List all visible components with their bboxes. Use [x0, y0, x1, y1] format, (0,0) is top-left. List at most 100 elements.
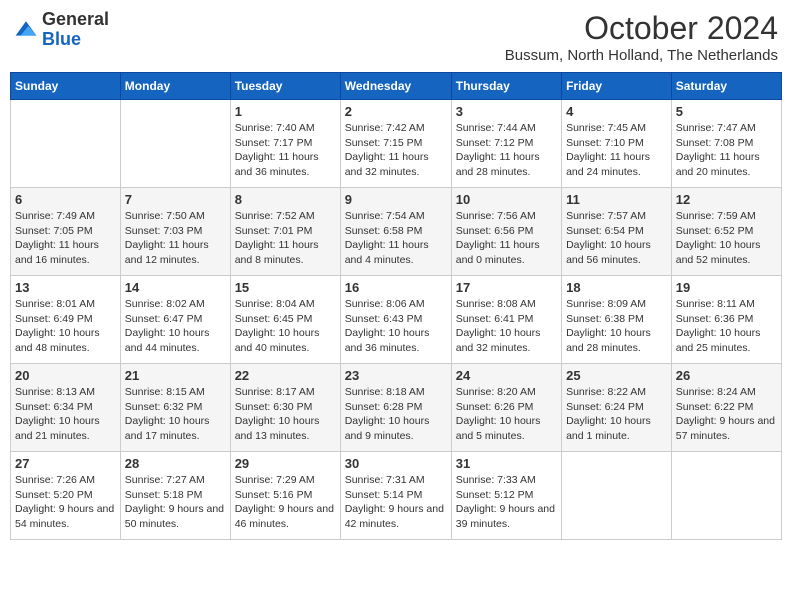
week-row-2: 13 Sunrise: 8:01 AM Sunset: 6:49 PM Dayli… [11, 276, 782, 364]
day-cell: 21Sunrise: 8:15 AM Sunset: 6:32 PM Dayli… [120, 364, 230, 452]
day-info: Sunrise: 7:27 AM Sunset: 5:18 PM Dayligh… [125, 473, 226, 532]
day-header-friday: Friday [562, 73, 672, 100]
day-header-tuesday: Tuesday [230, 73, 340, 100]
day-number: 9 [345, 192, 447, 207]
day-info: Sunrise: 8:18 AM Sunset: 6:28 PM Dayligh… [345, 385, 447, 444]
day-cell: 30 Sunrise: 7:31 AM Sunset: 5:14 PM Dayli… [340, 452, 451, 540]
day-number: 12 [676, 192, 777, 207]
day-cell: 25 Sunrise: 8:22 AM Sunset: 6:24 PM Dayli… [562, 364, 672, 452]
day-cell [11, 100, 121, 188]
day-number: 31 [456, 456, 557, 471]
day-cell: 10Sunrise: 7:56 AM Sunset: 6:56 PM Dayli… [451, 188, 561, 276]
day-cell: 24 Sunrise: 8:20 AM Sunset: 6:26 PM Dayli… [451, 364, 561, 452]
day-header-saturday: Saturday [671, 73, 781, 100]
day-info: Sunrise: 8:09 AM Sunset: 6:38 PM Dayligh… [566, 297, 667, 356]
day-number: 16 [345, 280, 447, 295]
day-info: Sunrise: 8:22 AM Sunset: 6:24 PM Dayligh… [566, 385, 667, 444]
day-cell [671, 452, 781, 540]
day-info: Sunrise: 8:02 AM Sunset: 6:47 PM Dayligh… [125, 297, 226, 356]
calendar-table: SundayMondayTuesdayWednesdayThursdayFrid… [10, 72, 782, 540]
day-info: Sunrise: 8:24 AM Sunset: 6:22 PM Dayligh… [676, 385, 777, 444]
day-info: Sunrise: 8:01 AM Sunset: 6:49 PM Dayligh… [15, 297, 116, 356]
day-number: 22 [235, 368, 336, 383]
day-cell: 27 Sunrise: 7:26 AM Sunset: 5:20 PM Dayli… [11, 452, 121, 540]
day-number: 26 [676, 368, 777, 383]
day-cell: 9 Sunrise: 7:54 AM Sunset: 6:58 PM Daylig… [340, 188, 451, 276]
day-cell: 26 Sunrise: 8:24 AM Sunset: 6:22 PM Dayli… [671, 364, 781, 452]
week-row-0: 1 Sunrise: 7:40 AM Sunset: 7:17 PM Daylig… [11, 100, 782, 188]
title-section: October 2024 Bussum, North Holland, The … [505, 10, 778, 64]
day-number: 27 [15, 456, 116, 471]
day-info: Sunrise: 7:26 AM Sunset: 5:20 PM Dayligh… [15, 473, 116, 532]
day-cell: 6Sunrise: 7:49 AM Sunset: 7:05 PM Daylig… [11, 188, 121, 276]
day-number: 1 [235, 104, 336, 119]
day-cell: 23 Sunrise: 8:18 AM Sunset: 6:28 PM Dayli… [340, 364, 451, 452]
day-number: 25 [566, 368, 667, 383]
day-cell: 5Sunrise: 7:47 AM Sunset: 7:08 PM Daylig… [671, 100, 781, 188]
day-number: 14 [125, 280, 226, 295]
day-info: Sunrise: 7:42 AM Sunset: 7:15 PM Dayligh… [345, 121, 447, 180]
day-cell: 13 Sunrise: 8:01 AM Sunset: 6:49 PM Dayli… [11, 276, 121, 364]
day-number: 2 [345, 104, 447, 119]
day-cell [562, 452, 672, 540]
day-cell: 1 Sunrise: 7:40 AM Sunset: 7:17 PM Daylig… [230, 100, 340, 188]
day-cell: 12 Sunrise: 7:59 AM Sunset: 6:52 PM Dayli… [671, 188, 781, 276]
logo-blue-text: Blue [42, 30, 109, 50]
day-number: 10 [456, 192, 557, 207]
day-number: 4 [566, 104, 667, 119]
day-cell [120, 100, 230, 188]
days-of-week-row: SundayMondayTuesdayWednesdayThursdayFrid… [11, 73, 782, 100]
day-cell: 3 Sunrise: 7:44 AM Sunset: 7:12 PM Daylig… [451, 100, 561, 188]
day-number: 21 [125, 368, 226, 383]
day-header-sunday: Sunday [11, 73, 121, 100]
day-info: Sunrise: 7:59 AM Sunset: 6:52 PM Dayligh… [676, 209, 777, 268]
day-number: 30 [345, 456, 447, 471]
day-cell: 19 Sunrise: 8:11 AM Sunset: 6:36 PM Dayli… [671, 276, 781, 364]
day-info: Sunrise: 7:54 AM Sunset: 6:58 PM Dayligh… [345, 209, 447, 268]
day-cell: 17Sunrise: 8:08 AM Sunset: 6:41 PM Dayli… [451, 276, 561, 364]
day-info: Sunrise: 8:11 AM Sunset: 6:36 PM Dayligh… [676, 297, 777, 356]
page-header: General Blue October 2024 Bussum, North … [10, 10, 782, 64]
day-cell: 4Sunrise: 7:45 AM Sunset: 7:10 PM Daylig… [562, 100, 672, 188]
day-number: 19 [676, 280, 777, 295]
day-info: Sunrise: 8:13 AM Sunset: 6:34 PM Dayligh… [15, 385, 116, 444]
week-row-3: 20 Sunrise: 8:13 AM Sunset: 6:34 PM Dayli… [11, 364, 782, 452]
month-title: October 2024 [505, 10, 778, 47]
day-cell: 29Sunrise: 7:29 AM Sunset: 5:16 PM Dayli… [230, 452, 340, 540]
day-number: 3 [456, 104, 557, 119]
day-cell: 22 Sunrise: 8:17 AM Sunset: 6:30 PM Dayli… [230, 364, 340, 452]
day-cell: 16 Sunrise: 8:06 AM Sunset: 6:43 PM Dayli… [340, 276, 451, 364]
day-info: Sunrise: 8:08 AM Sunset: 6:41 PM Dayligh… [456, 297, 557, 356]
day-number: 24 [456, 368, 557, 383]
calendar-body: 1 Sunrise: 7:40 AM Sunset: 7:17 PM Daylig… [11, 100, 782, 540]
day-cell: 18 Sunrise: 8:09 AM Sunset: 6:38 PM Dayli… [562, 276, 672, 364]
day-number: 5 [676, 104, 777, 119]
day-info: Sunrise: 8:04 AM Sunset: 6:45 PM Dayligh… [235, 297, 336, 356]
day-cell: 15 Sunrise: 8:04 AM Sunset: 6:45 PM Dayli… [230, 276, 340, 364]
day-info: Sunrise: 7:57 AM Sunset: 6:54 PM Dayligh… [566, 209, 667, 268]
day-info: Sunrise: 7:40 AM Sunset: 7:17 PM Dayligh… [235, 121, 336, 180]
day-number: 13 [15, 280, 116, 295]
day-number: 7 [125, 192, 226, 207]
calendar-header: SundayMondayTuesdayWednesdayThursdayFrid… [11, 73, 782, 100]
day-info: Sunrise: 8:20 AM Sunset: 6:26 PM Dayligh… [456, 385, 557, 444]
day-info: Sunrise: 8:17 AM Sunset: 6:30 PM Dayligh… [235, 385, 336, 444]
day-cell: 28Sunrise: 7:27 AM Sunset: 5:18 PM Dayli… [120, 452, 230, 540]
day-cell: 2 Sunrise: 7:42 AM Sunset: 7:15 PM Daylig… [340, 100, 451, 188]
day-info: Sunrise: 7:52 AM Sunset: 7:01 PM Dayligh… [235, 209, 336, 268]
day-cell: 11Sunrise: 7:57 AM Sunset: 6:54 PM Dayli… [562, 188, 672, 276]
day-cell: 20 Sunrise: 8:13 AM Sunset: 6:34 PM Dayli… [11, 364, 121, 452]
day-info: Sunrise: 7:31 AM Sunset: 5:14 PM Dayligh… [345, 473, 447, 532]
day-number: 15 [235, 280, 336, 295]
day-number: 23 [345, 368, 447, 383]
day-number: 18 [566, 280, 667, 295]
day-number: 8 [235, 192, 336, 207]
location-text: Bussum, North Holland, The Netherlands [505, 47, 778, 64]
logo-general-text: General [42, 10, 109, 30]
day-info: Sunrise: 8:06 AM Sunset: 6:43 PM Dayligh… [345, 297, 447, 356]
day-info: Sunrise: 7:33 AM Sunset: 5:12 PM Dayligh… [456, 473, 557, 532]
day-number: 20 [15, 368, 116, 383]
day-cell: 7Sunrise: 7:50 AM Sunset: 7:03 PM Daylig… [120, 188, 230, 276]
day-cell: 14 Sunrise: 8:02 AM Sunset: 6:47 PM Dayli… [120, 276, 230, 364]
day-info: Sunrise: 7:44 AM Sunset: 7:12 PM Dayligh… [456, 121, 557, 180]
